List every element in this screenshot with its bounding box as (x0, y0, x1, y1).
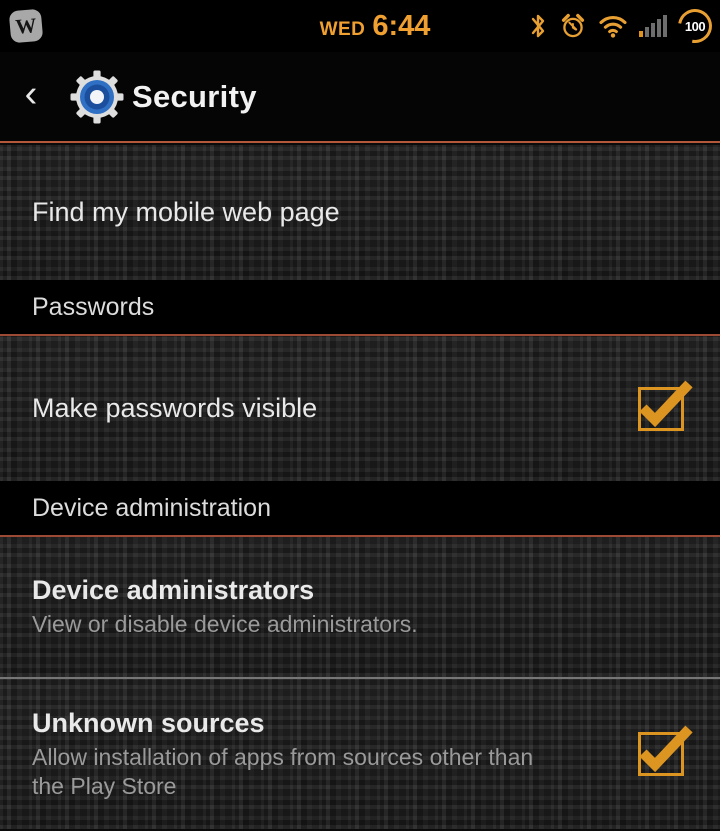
wordpress-app-icon-letter: W (14, 12, 38, 39)
check-icon (639, 725, 693, 773)
status-clock: WED 6:44 (280, 10, 470, 43)
device-administration-header: Device administration (0, 481, 720, 537)
list-item-title: Find my mobile web page (32, 197, 340, 228)
status-clock-day: WED (319, 18, 366, 40)
list-item-title: Make passwords visible (32, 393, 318, 424)
list-item-text: Find my mobile web page (32, 196, 692, 229)
device-administrators[interactable]: Device administrators View or disable dev… (0, 537, 720, 677)
phone-screen: W WED 6:44 100 ‹ Security Find my mobile… (0, 0, 720, 831)
alarm-icon (559, 12, 587, 40)
list-item-subtitle: View or disable device administrators. (32, 611, 418, 638)
unknown-sources[interactable]: Unknown sources Allow installation of app… (0, 679, 720, 829)
signal-icon (639, 15, 667, 37)
notification-area[interactable]: W (0, 8, 280, 44)
battery-ring (671, 2, 719, 50)
list-item-text: Make passwords visible (32, 392, 636, 425)
make-passwords-visible[interactable]: Make passwords visible (0, 336, 720, 481)
status-bar: W WED 6:44 100 (0, 0, 720, 52)
settings-gear-icon (62, 69, 132, 125)
checkbox-checked[interactable] (636, 380, 693, 435)
page-title: Security (132, 78, 257, 114)
wordpress-app-icon[interactable]: W (8, 8, 44, 44)
action-bar: ‹ Security (0, 52, 720, 143)
check-icon (639, 380, 693, 427)
find-my-mobile-web-page[interactable]: Find my mobile web page (0, 145, 720, 280)
section-header-label: Passwords (32, 292, 155, 321)
bluetooth-icon (528, 12, 548, 40)
list-item-title: Device administrators (32, 575, 315, 606)
checkbox-checked[interactable] (636, 725, 693, 780)
section-header-label: Device administration (32, 493, 271, 522)
passwords-header: Passwords (0, 280, 720, 336)
list-item-title: Unknown sources (32, 707, 265, 738)
list-item-text: Unknown sources Allow installation of app… (32, 707, 636, 802)
status-clock-time: 6:44 (372, 9, 431, 42)
settings-list: Find my mobile web page Passwords Make pas… (0, 145, 720, 829)
list-item-subtitle: Allow installation of apps from sources … (32, 743, 534, 799)
battery-icon: 100 (671, 2, 719, 50)
back-chevron-glyph: ‹ (24, 73, 38, 115)
list-item-text: Device administrators View or disable dev… (32, 574, 692, 639)
wifi-icon (598, 13, 628, 39)
system-icons: 100 (470, 2, 720, 50)
back-chevron-icon[interactable]: ‹ (0, 75, 62, 118)
